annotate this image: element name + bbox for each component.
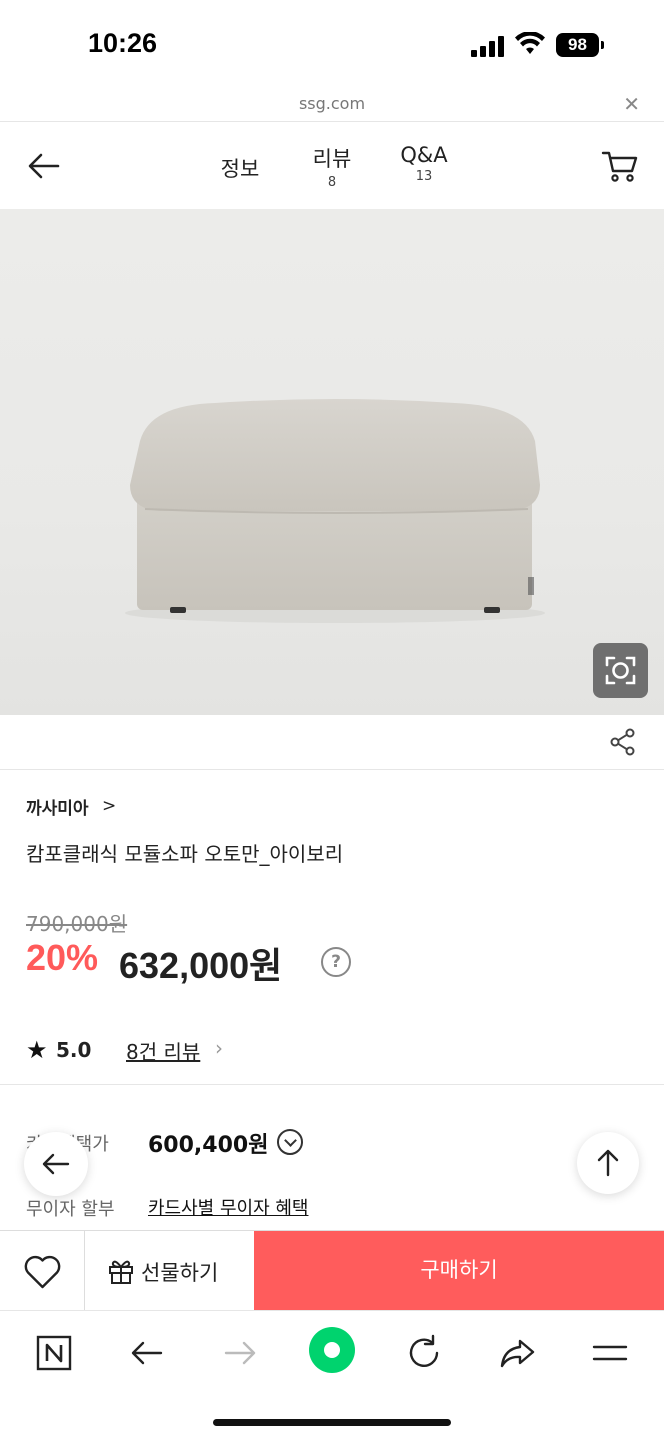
floating-back-button[interactable] [24,1132,88,1196]
browser-toolbar [0,1310,664,1440]
tab-info[interactable]: 정보 [210,153,270,183]
product-name: 캄포클래식 모듈소파 오토만_아이보리 [26,842,344,866]
chevron-right-icon[interactable]: > [102,796,116,816]
tab-count: 13 [415,169,433,184]
chevron-right-icon[interactable]: › [215,1036,223,1060]
tab-label: 리뷰 [312,147,352,171]
original-price: 790,000원 [26,912,128,936]
browser-back-icon[interactable] [127,1333,167,1373]
close-icon[interactable]: ✕ [623,92,640,116]
sale-price: 632,000원 [119,945,283,986]
green-dot-icon[interactable] [307,1325,357,1375]
scroll-top-button[interactable] [577,1132,639,1194]
back-arrow-icon[interactable] [26,148,62,184]
share-forward-icon[interactable] [497,1333,537,1373]
menu-icon[interactable] [590,1333,630,1373]
gift-icon [109,1260,133,1284]
browser-forward-icon[interactable] [220,1333,260,1373]
image-search-button[interactable] [593,643,648,698]
buy-button[interactable]: 구매하기 [254,1231,664,1310]
discount-rate: 20% [26,937,99,978]
tab-count: 8 [327,175,337,190]
status-time: 10:26 [88,28,158,58]
brand-link[interactable]: 까사미아 [26,794,89,819]
url-domain[interactable]: ssg.com [0,94,664,113]
battery-icon: 98 [556,33,604,57]
rating-value: 5.0 [56,1038,92,1062]
product-image[interactable] [0,209,664,715]
battery-level: 98 [556,33,599,57]
wifi-icon [515,32,545,54]
arrow-up-icon [597,1149,619,1177]
wishlist-button[interactable] [0,1231,85,1310]
share-row [0,715,664,770]
divider [0,1084,664,1085]
url-bar[interactable]: ssg.com ✕ [0,90,664,122]
star-icon: ★ [26,1036,48,1064]
review-count-link[interactable]: 8건 리뷰 [126,1036,200,1065]
cart-icon[interactable] [600,149,640,183]
status-bar: 10:26 98 [0,0,664,90]
product-nav: 정보 리뷰 8 Q&A 13 [0,123,664,209]
gift-label: 선물하기 [141,1261,219,1285]
back-arrow-icon [42,1153,70,1175]
lens-icon [605,656,636,685]
home-indicator [213,1419,451,1426]
tab-label: 정보 [220,157,260,181]
card-benefit-price: 600,400원 [148,1133,269,1158]
share-icon[interactable] [608,727,638,757]
tab-qa[interactable]: Q&A 13 [392,143,456,184]
installment-link[interactable]: 카드사별 무이자 혜택 [148,1194,308,1220]
chevron-down-icon[interactable] [277,1129,303,1155]
naver-home-icon[interactable] [34,1333,74,1373]
tab-label: Q&A [400,143,448,167]
signal-icon [471,35,505,57]
installment-label: 무이자 할부 [26,1199,115,1220]
tab-review[interactable]: 리뷰 8 [302,143,362,190]
gift-button[interactable]: 선물하기 [85,1231,254,1310]
purchase-action-bar: 선물하기 구매하기 [0,1230,664,1310]
price-help-icon[interactable]: ? [321,947,351,977]
refresh-icon[interactable] [404,1333,444,1373]
heart-icon [24,1255,61,1289]
ottoman-image [125,399,545,623]
